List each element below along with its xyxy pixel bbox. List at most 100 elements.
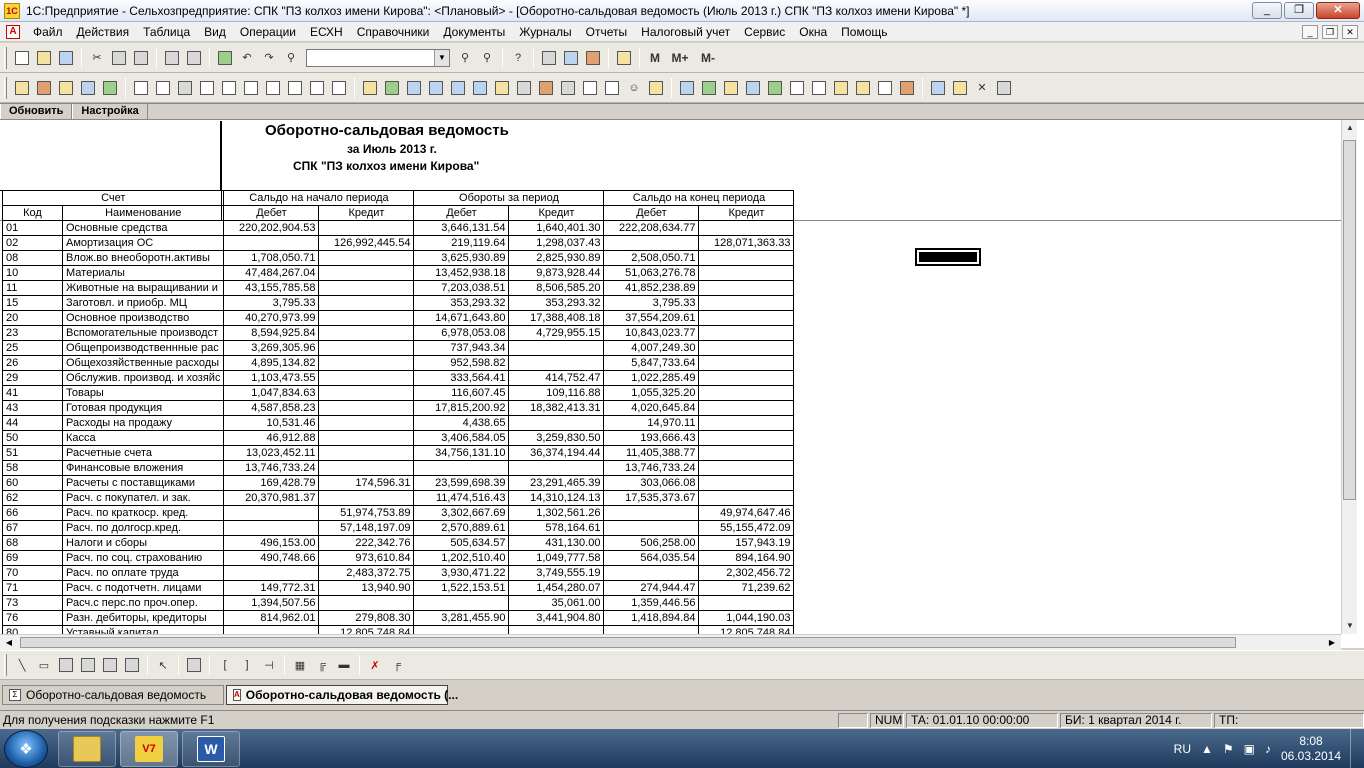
journal-icon[interactable] bbox=[78, 78, 98, 98]
amount-cell[interactable]: 8,594,925.84 bbox=[223, 325, 320, 341]
account-code-cell[interactable]: 15 bbox=[2, 295, 63, 311]
account-code-cell[interactable]: 23 bbox=[2, 325, 63, 341]
document-icon[interactable] bbox=[831, 78, 851, 98]
document-icon[interactable] bbox=[875, 78, 895, 98]
grid-icon[interactable]: ▦ bbox=[290, 655, 310, 675]
table-row[interactable]: 01 Основные средства 220,202,904.53 3,646,1… bbox=[2, 220, 795, 236]
scroll-up-icon[interactable]: ▲ bbox=[1342, 120, 1358, 136]
account-name-cell[interactable]: Финансовые вложения bbox=[61, 460, 225, 476]
amount-cell[interactable]: 51,063,276.78 bbox=[603, 265, 700, 281]
amount-cell[interactable] bbox=[698, 400, 795, 416]
amount-cell[interactable]: 1,298,037.43 bbox=[508, 235, 605, 251]
account-name-cell[interactable]: Основное производство bbox=[61, 310, 225, 326]
truck-icon[interactable] bbox=[536, 78, 556, 98]
journal-icon[interactable] bbox=[100, 78, 120, 98]
taskbar-1c[interactable]: V7 bbox=[120, 730, 178, 767]
amount-cell[interactable] bbox=[318, 325, 415, 341]
table-row[interactable]: 66 Расч. по краткоср. кред. 51,974,753.89 3… bbox=[2, 505, 795, 521]
amount-cell[interactable]: 174,596.31 bbox=[318, 475, 415, 491]
amount-cell[interactable]: 3,441,904.80 bbox=[508, 610, 605, 626]
amount-cell[interactable]: 1,708,050.71 bbox=[223, 250, 320, 266]
account-name-cell[interactable]: Расч. по соц. страхованию bbox=[61, 550, 225, 566]
menu-actions[interactable]: Действия bbox=[70, 22, 137, 42]
catalog-icon[interactable] bbox=[404, 78, 424, 98]
menu-catalogs[interactable]: Справочники bbox=[350, 22, 437, 42]
picture-icon[interactable] bbox=[78, 655, 98, 675]
amount-cell[interactable]: 220,202,904.53 bbox=[223, 220, 320, 236]
amount-cell[interactable]: 4,587,858.23 bbox=[223, 400, 320, 416]
language-indicator[interactable]: RU bbox=[1174, 742, 1191, 756]
users-icon[interactable] bbox=[928, 78, 948, 98]
amount-cell[interactable] bbox=[698, 490, 795, 506]
amount-cell[interactable]: 5,847,733.64 bbox=[603, 355, 700, 371]
amount-cell[interactable]: 4,020,645.84 bbox=[603, 400, 700, 416]
amount-cell[interactable] bbox=[698, 265, 795, 281]
account-code-cell[interactable]: 51 bbox=[2, 445, 63, 461]
menu-windows[interactable]: Окна bbox=[792, 22, 834, 42]
amount-cell[interactable]: 1,103,473.55 bbox=[223, 370, 320, 386]
table-row[interactable]: 76 Разн. дебиторы, кредиторы 814,962.01 279… bbox=[2, 610, 795, 626]
amount-cell[interactable]: 3,269,305.96 bbox=[223, 340, 320, 356]
account-code-cell[interactable]: 29 bbox=[2, 370, 63, 386]
account-name-cell[interactable]: Расч. с подотчетн. лицами bbox=[61, 580, 225, 596]
amount-cell[interactable] bbox=[698, 310, 795, 326]
vertical-scrollbar[interactable]: ▲ ▼ bbox=[1341, 120, 1357, 634]
amount-cell[interactable]: 4,438.65 bbox=[413, 415, 510, 431]
menu-service[interactable]: Сервис bbox=[737, 22, 792, 42]
amount-cell[interactable]: 13,746,733.24 bbox=[603, 460, 700, 476]
amount-cell[interactable] bbox=[318, 370, 415, 386]
table-row[interactable]: 60 Расчеты с поставщиками 169,428.79 174,59… bbox=[2, 475, 795, 491]
amount-cell[interactable]: 353,293.32 bbox=[508, 295, 605, 311]
cut-icon[interactable]: ✂ bbox=[87, 48, 107, 68]
account-name-cell[interactable]: Касса bbox=[61, 430, 225, 446]
amount-cell[interactable] bbox=[318, 460, 415, 476]
amount-cell[interactable]: 952,598.82 bbox=[413, 355, 510, 371]
horizontal-scrollbar[interactable]: ◀ ▶ bbox=[0, 634, 1341, 650]
amount-cell[interactable] bbox=[318, 430, 415, 446]
account-name-cell[interactable]: Расч.с перс.по проч.опер. bbox=[61, 595, 225, 611]
amount-cell[interactable]: 11,405,388.77 bbox=[603, 445, 700, 461]
catalog-icon[interactable] bbox=[514, 78, 534, 98]
journal-icon[interactable] bbox=[34, 78, 54, 98]
grid-lines-icon[interactable]: ╔ bbox=[312, 655, 332, 675]
amount-cell[interactable]: 3,795.33 bbox=[223, 295, 320, 311]
table-row[interactable]: 11 Животные на выращивании и 43,155,785.58… bbox=[2, 280, 795, 296]
find-prev-icon[interactable]: ⚲ bbox=[477, 48, 497, 68]
amount-cell[interactable] bbox=[508, 355, 605, 371]
amount-cell[interactable]: 13,746,733.24 bbox=[223, 460, 320, 476]
amount-cell[interactable]: 279,808.30 bbox=[318, 610, 415, 626]
account-code-cell[interactable]: 76 bbox=[2, 610, 63, 626]
account-code-cell[interactable]: 01 bbox=[2, 220, 63, 236]
amount-cell[interactable]: 157,943.19 bbox=[698, 535, 795, 551]
table-row[interactable]: 70 Расч. по оплате труда 2,483,372.75 3,930… bbox=[2, 565, 795, 581]
amount-cell[interactable]: 55,155,472.09 bbox=[698, 520, 795, 536]
account-name-cell[interactable]: Расч. по долгоср.кред. bbox=[61, 520, 225, 536]
amount-cell[interactable]: 10,531.46 bbox=[223, 415, 320, 431]
mdi-close-button[interactable]: ✕ bbox=[1342, 24, 1358, 39]
account-name-cell[interactable]: Расчеты с поставщиками bbox=[61, 475, 225, 491]
amount-cell[interactable] bbox=[413, 595, 510, 611]
bracket-open-icon[interactable]: [ bbox=[215, 655, 235, 675]
amount-cell[interactable]: 1,359,446.56 bbox=[603, 595, 700, 611]
report-icon[interactable] bbox=[263, 78, 283, 98]
document-icon[interactable] bbox=[853, 78, 873, 98]
amount-cell[interactable]: 333,564.41 bbox=[413, 370, 510, 386]
amount-cell[interactable]: 128,071,363.33 bbox=[698, 235, 795, 251]
report-icon[interactable] bbox=[241, 78, 261, 98]
amount-cell[interactable] bbox=[413, 460, 510, 476]
amount-cell[interactable]: 126,992,445.54 bbox=[318, 235, 415, 251]
pointer-icon[interactable]: ↖ bbox=[153, 655, 173, 675]
ole-icon[interactable] bbox=[100, 655, 120, 675]
amount-cell[interactable] bbox=[603, 235, 700, 251]
amount-cell[interactable] bbox=[508, 625, 605, 634]
account-code-cell[interactable]: 80 bbox=[2, 625, 63, 634]
new-icon[interactable] bbox=[12, 48, 32, 68]
vertical-scroll-thumb[interactable] bbox=[1343, 140, 1356, 500]
account-code-cell[interactable]: 26 bbox=[2, 355, 63, 371]
text-icon[interactable] bbox=[56, 655, 76, 675]
fixed-header-icon[interactable]: ╒ bbox=[387, 655, 407, 675]
amount-cell[interactable]: 1,022,285.49 bbox=[603, 370, 700, 386]
amount-cell[interactable]: 894,164.90 bbox=[698, 550, 795, 566]
account-code-cell[interactable]: 11 bbox=[2, 280, 63, 296]
amount-cell[interactable] bbox=[318, 415, 415, 431]
